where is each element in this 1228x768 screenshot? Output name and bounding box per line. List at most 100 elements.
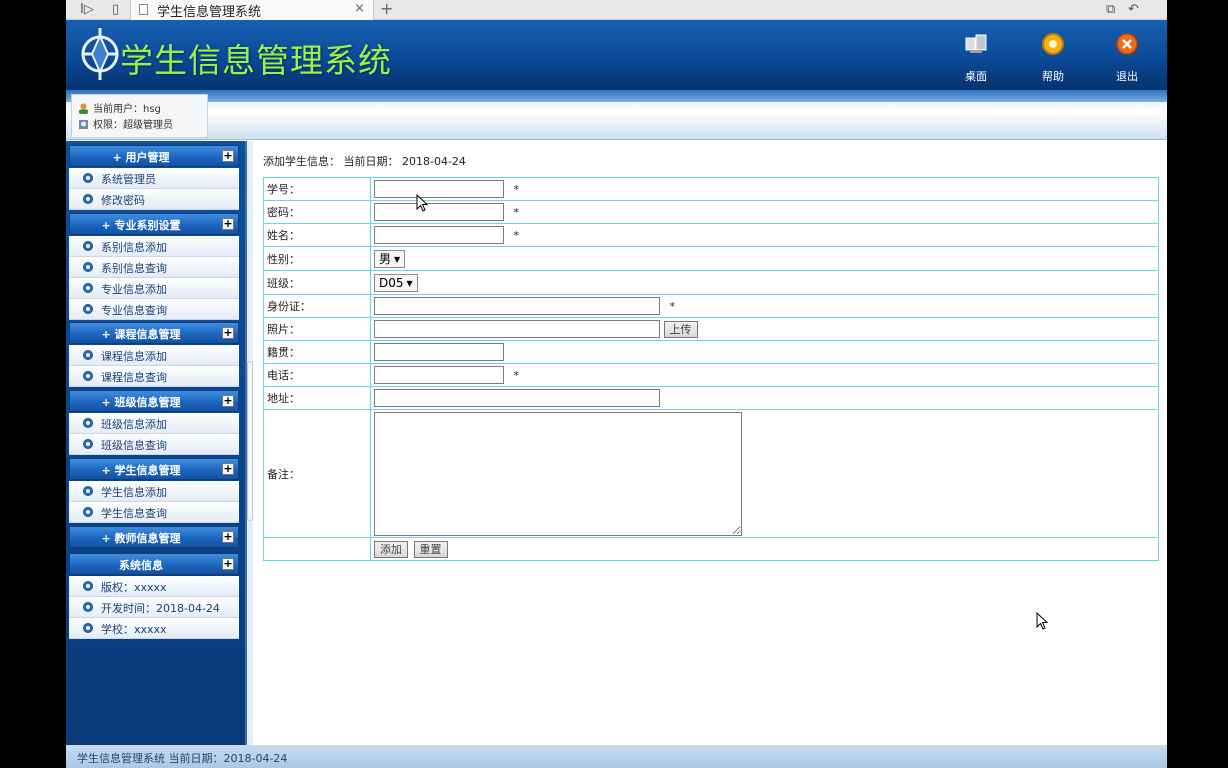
current-user-text: 当前用户：hsg — [93, 104, 161, 115]
sidebar-item-class-query[interactable]: 班级信息查询 — [69, 434, 239, 455]
required-mark: * — [513, 205, 520, 219]
phone-input[interactable] — [374, 366, 504, 384]
bullet-icon — [83, 439, 93, 449]
sidebar-item-course-add[interactable]: 课程信息添加 — [69, 345, 239, 366]
bullet-icon — [83, 602, 93, 612]
name-input[interactable] — [374, 226, 504, 244]
sidebar-group-title: + 课程信息管理 — [101, 328, 181, 341]
sidebar-item-dev-date: 开发时间：2018-04-24 — [69, 597, 239, 618]
app-title: 学生信息管理系统 — [120, 41, 392, 80]
browser-tab-title: 学生信息管理系统 — [157, 5, 262, 20]
sidebar-item-system-admin[interactable]: 系统管理员 — [69, 168, 239, 189]
form-cell: 添加 重置 — [370, 537, 1159, 561]
sidebar-item-label: 开发时间：2018-04-24 — [101, 602, 220, 615]
sidebar-item-label: 学生信息添加 — [101, 486, 167, 499]
sidebar-item-department-query[interactable]: 系别信息查询 — [69, 257, 239, 278]
bullet-icon — [83, 418, 93, 428]
form-row: 电话： * — [263, 363, 1159, 387]
bullet-icon — [83, 581, 93, 591]
phone-icon[interactable]: ▯ — [112, 2, 119, 17]
exit-button[interactable]: 退出 — [1102, 32, 1152, 84]
reset-button[interactable]: 重置 — [413, 540, 448, 558]
sidebar: + 用户管理 + 系统管理员 修改密码 + 专业系别设置 + 系别信息添加 系别… — [66, 141, 247, 745]
password-input[interactable] — [374, 203, 504, 221]
new-tab-button[interactable]: + — [380, 0, 393, 18]
remark-textarea[interactable] — [374, 411, 742, 536]
add-button[interactable]: 添加 — [374, 540, 408, 558]
sidebar-group-title: + 用户管理 — [112, 151, 170, 164]
form-cell: * — [370, 200, 1159, 224]
help-button[interactable]: 帮助 — [1028, 32, 1078, 84]
gender-select[interactable]: 男 ▼ — [374, 249, 406, 268]
form-row: 身份证： * — [263, 294, 1159, 318]
sidebar-item-major-add[interactable]: 专业信息添加 — [69, 278, 239, 299]
sidebar-group-student-management[interactable]: + 学生信息管理 + — [69, 458, 239, 480]
expand-icon[interactable]: + — [222, 150, 234, 162]
sidebar-item-label: 学校：xxxxx — [101, 623, 167, 636]
sidebar-item-student-add[interactable]: 学生信息添加 — [69, 481, 239, 502]
sidebar-item-label: 修改密码 — [101, 194, 145, 207]
student-add-form: 学号： * 密码： * 姓名： * 性别： 男 ▼ 班级： D05 ▼ 身份证：… — [263, 177, 1159, 561]
expand-icon[interactable]: + — [222, 558, 234, 570]
screen: I▷ ▯ 学生信息管理系统 × + ⧉ ↶ 学生信息管理系统 桌面 帮助 退出 … — [0, 0, 1228, 768]
undo-icon[interactable]: ↶ — [1128, 2, 1139, 17]
form-row: 籍贯： — [263, 340, 1159, 364]
restore-icon[interactable]: ⧉ — [1106, 2, 1115, 17]
sidebar-group-system-info[interactable]: 系统信息 + — [69, 553, 239, 575]
sidebar-item-department-add[interactable]: 系别信息添加 — [69, 236, 239, 257]
form-row: 添加 重置 — [263, 537, 1159, 561]
upload-button[interactable]: 上传 — [663, 320, 698, 338]
required-mark: * — [513, 182, 520, 196]
address-label: 地址： — [263, 386, 371, 410]
browser-tab[interactable]: 学生信息管理系统 × — [130, 0, 374, 20]
sidebar-item-school: 学校：xxxxx — [69, 618, 239, 639]
sidebar-item-class-add[interactable]: 班级信息添加 — [69, 413, 239, 434]
sidebar-toggle-icon[interactable]: I▷ — [80, 2, 94, 17]
photo-input[interactable] — [374, 320, 660, 338]
sidebar-group-department-settings[interactable]: + 专业系别设置 + — [69, 213, 239, 235]
expand-icon[interactable]: + — [222, 218, 234, 230]
sidebar-item-label: 学生信息查询 — [101, 507, 167, 520]
help-icon — [1042, 33, 1064, 55]
expand-icon[interactable]: + — [222, 395, 234, 407]
form-row: 性别： 男 ▼ — [263, 246, 1159, 271]
browser-window: I▷ ▯ 学生信息管理系统 × + ⧉ ↶ 学生信息管理系统 桌面 帮助 退出 … — [66, 0, 1167, 768]
class-select[interactable]: D05 ▼ — [374, 273, 418, 292]
sidebar-item-major-query[interactable]: 专业信息查询 — [69, 299, 239, 320]
status-footer: 学生信息管理系统 当前日期：2018-04-24 — [66, 745, 1167, 768]
form-cell — [370, 340, 1159, 364]
name-label: 姓名： — [263, 223, 371, 247]
sidebar-group-title: 系统信息 — [119, 559, 163, 572]
expand-icon[interactable]: + — [222, 327, 234, 339]
expand-icon[interactable]: + — [222, 463, 234, 475]
sidebar-group-user-management[interactable]: + 用户管理 + — [69, 145, 239, 167]
address-input[interactable] — [374, 389, 660, 407]
bullet-icon — [83, 194, 93, 204]
sidebar-item-course-query[interactable]: 课程信息查询 — [69, 366, 239, 387]
bullet-icon — [83, 173, 93, 183]
logo-icon — [81, 28, 119, 80]
sidebar-item-label: 班级信息查询 — [101, 439, 167, 452]
sidebar-group-class-management[interactable]: + 班级信息管理 + — [69, 390, 239, 412]
sidebar-item-change-password[interactable]: 修改密码 — [69, 189, 239, 210]
app-header: 学生信息管理系统 桌面 帮助 退出 — [66, 20, 1167, 90]
desktop-button[interactable]: 桌面 — [951, 32, 1001, 84]
required-mark: * — [513, 228, 520, 242]
photo-label: 照片： — [263, 317, 371, 341]
phone-label: 电话： — [263, 363, 371, 387]
sidebar-group-teacher-management[interactable]: + 教师信息管理 + — [69, 526, 239, 548]
hometown-input[interactable] — [374, 343, 504, 361]
form-cell: 男 ▼ — [370, 246, 1159, 271]
sidebar-item-label: 专业信息添加 — [101, 283, 167, 296]
remark-label: 备注： — [263, 409, 371, 538]
dropdown-arrow-icon: ▼ — [406, 278, 413, 288]
help-label: 帮助 — [1042, 70, 1064, 83]
form-row: 备注： — [263, 409, 1159, 538]
student-id-input[interactable] — [374, 180, 504, 198]
tab-close-icon[interactable]: × — [354, 1, 365, 16]
sidebar-item-student-query[interactable]: 学生信息查询 — [69, 502, 239, 523]
sidebar-group-course-management[interactable]: + 课程信息管理 + — [69, 322, 239, 344]
user-icon — [79, 103, 88, 114]
expand-icon[interactable]: + — [222, 531, 234, 543]
id-card-input[interactable] — [374, 297, 660, 315]
